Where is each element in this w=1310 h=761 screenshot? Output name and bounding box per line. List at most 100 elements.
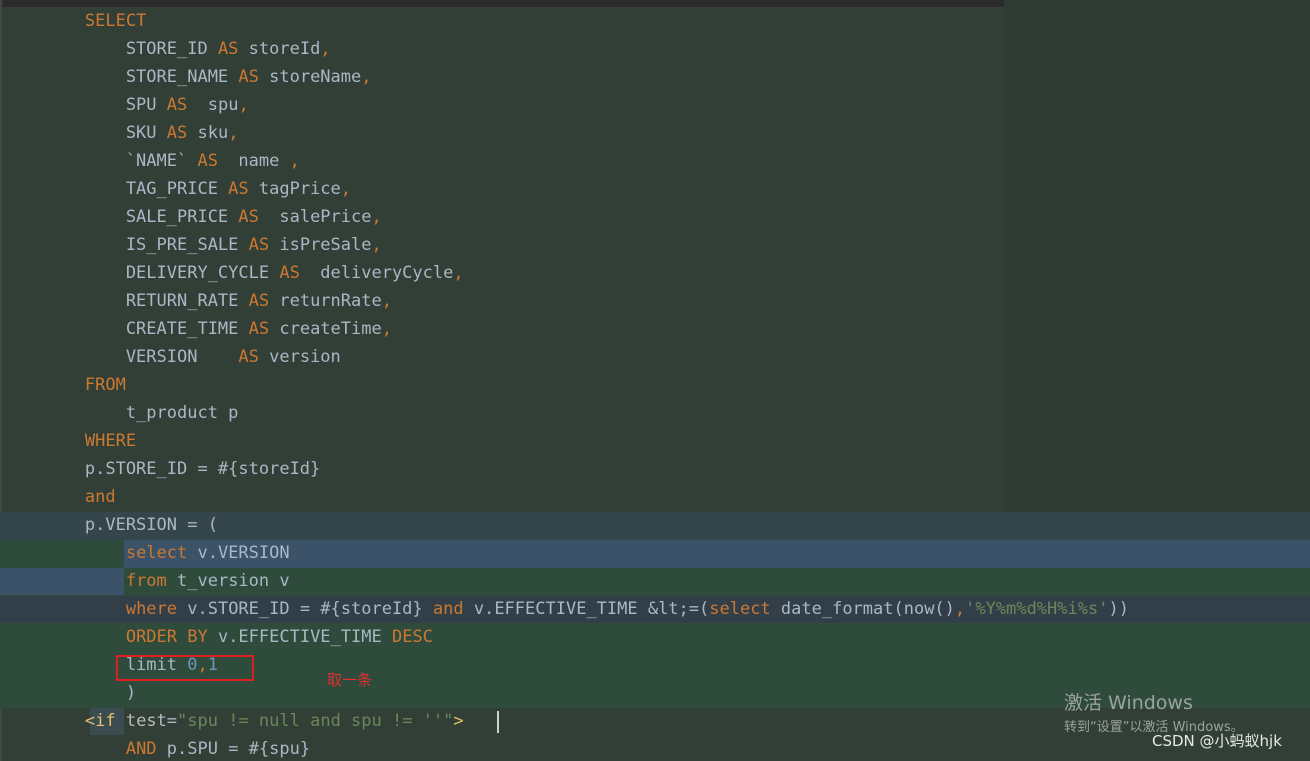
code-line[interactable]: ORDER BY v.EFFECTIVE_TIME DESC [3, 623, 433, 651]
code-token: '%Y%m%d%H%i%s' [965, 599, 1109, 619]
code-token: STORE_ID [3, 39, 218, 59]
code-token: AS [238, 347, 259, 367]
code-token: createTime [269, 319, 382, 339]
code-line[interactable]: where v.STORE_ID = #{storeId} and v.EFFE… [3, 595, 1129, 623]
code-line[interactable]: p.VERSION = ( [3, 511, 218, 539]
code-token: WHERE [84, 431, 137, 451]
code-token: AS [248, 235, 270, 255]
code-line[interactable]: WHERE [3, 427, 136, 455]
csdn-watermark: CSDN @小蚂蚁hjk [1152, 732, 1282, 750]
code-line[interactable]: SKU AS sku, [3, 119, 239, 147]
code-token: AS [279, 263, 300, 283]
code-line[interactable]: from t_version v [3, 567, 290, 595]
code-line[interactable]: SPU AS spu, [3, 91, 249, 119]
code-token: v.VERSION [187, 543, 290, 563]
code-token: CREATE_TIME [3, 319, 249, 339]
code-token: , [361, 67, 372, 87]
code-line[interactable]: IS_PRE_SALE AS isPreSale, [3, 231, 382, 259]
code-token: AS [238, 67, 259, 87]
code-token: , [954, 599, 966, 619]
code-token: isPreSale [269, 235, 372, 255]
limit-highlight-box [116, 655, 254, 681]
text-selection-line-1 [124, 540, 1310, 568]
code-line[interactable]: STORE_NAME AS storeName, [3, 63, 372, 91]
code-token: , [238, 95, 249, 115]
code-token: spu [187, 95, 239, 115]
code-token: AS [197, 151, 218, 171]
code-token: AS [248, 291, 270, 311]
code-line[interactable]: DELIVERY_CYCLE AS deliveryCycle, [3, 259, 464, 287]
code-token: , [228, 123, 239, 143]
code-token: <if [84, 711, 116, 731]
code-line[interactable]: FROM [3, 371, 126, 399]
code-token: = [166, 711, 178, 731]
code-token: date_format(now() [770, 599, 955, 619]
code-token: SKU [3, 123, 167, 143]
code-token: salePrice [258, 207, 372, 227]
code-token: v.EFFECTIVE_TIME [207, 627, 392, 647]
code-token: v.EFFECTIVE_TIME &lt;=( [463, 599, 710, 619]
code-token: deliveryCycle [299, 263, 454, 283]
code-token: , [289, 151, 300, 171]
code-token: TAG_PRICE [3, 179, 229, 199]
editor-right-area [1004, 0, 1310, 512]
code-token: SPU [3, 95, 167, 115]
code-line[interactable]: p.STORE_ID = #{storeId} [3, 455, 320, 483]
code-token: AS [228, 179, 249, 199]
code-line[interactable]: STORE_ID AS storeId, [3, 35, 331, 63]
code-token: `NAME` [3, 151, 198, 171]
code-line[interactable]: SALE_PRICE AS salePrice, [3, 203, 382, 231]
code-token: and [432, 599, 464, 619]
code-line[interactable]: t_product p [3, 399, 239, 427]
code-token: SALE_PRICE [3, 207, 239, 227]
code-token: STORE_NAME [3, 67, 239, 87]
code-line[interactable]: SELECT [3, 7, 146, 35]
code-editor[interactable]: SELECT STORE_ID AS storeId, STORE_NAME A… [0, 0, 1310, 761]
code-token: , [371, 235, 382, 255]
code-token: AS [238, 207, 259, 227]
code-token: RETURN_RATE [3, 291, 249, 311]
code-token: VERSION [3, 347, 239, 367]
code-token: SELECT [84, 11, 147, 31]
code-token: DELIVERY_CYCLE [3, 263, 280, 283]
annotation-label: 取一条 [327, 671, 373, 689]
code-line[interactable]: and [3, 483, 116, 511]
code-token: and [84, 487, 116, 507]
code-line[interactable]: AND p.SPU = #{spu} [3, 735, 310, 761]
code-token: , [381, 291, 392, 311]
code-token: p.VERSION = ( [3, 515, 218, 535]
code-token: ) [3, 683, 137, 703]
code-token: , [371, 207, 382, 227]
code-line[interactable]: ) [3, 679, 136, 707]
code-token: name [217, 151, 290, 171]
code-token: p.SPU = #{spu} [156, 739, 311, 759]
code-token: p.STORE_ID = #{storeId} [3, 459, 321, 479]
code-token: FROM [84, 375, 126, 395]
code-line[interactable]: `NAME` AS name , [3, 147, 300, 175]
code-line[interactable]: CREATE_TIME AS createTime, [3, 315, 392, 343]
code-token: v.STORE_ID = #{storeId} [177, 599, 433, 619]
code-line[interactable]: select v.VERSION [3, 539, 290, 567]
code-line[interactable]: <if test="spu != null and spu != ''"> [3, 707, 464, 735]
code-line[interactable]: VERSION AS version [3, 343, 341, 371]
code-token: where [125, 599, 178, 619]
code-line[interactable]: RETURN_RATE AS returnRate, [3, 287, 392, 315]
code-token: t_version v [166, 571, 290, 591]
code-token: AS [166, 95, 188, 115]
code-token: version [258, 347, 341, 367]
code-token: from [125, 571, 167, 591]
code-token: select [709, 599, 771, 619]
code-token: )) [1108, 599, 1129, 619]
code-token: test [115, 711, 167, 731]
code-token: > [453, 711, 464, 731]
editor-top-scroll-area [0, 0, 1004, 8]
code-line[interactable]: TAG_PRICE AS tagPrice, [3, 175, 351, 203]
code-token: returnRate [269, 291, 382, 311]
